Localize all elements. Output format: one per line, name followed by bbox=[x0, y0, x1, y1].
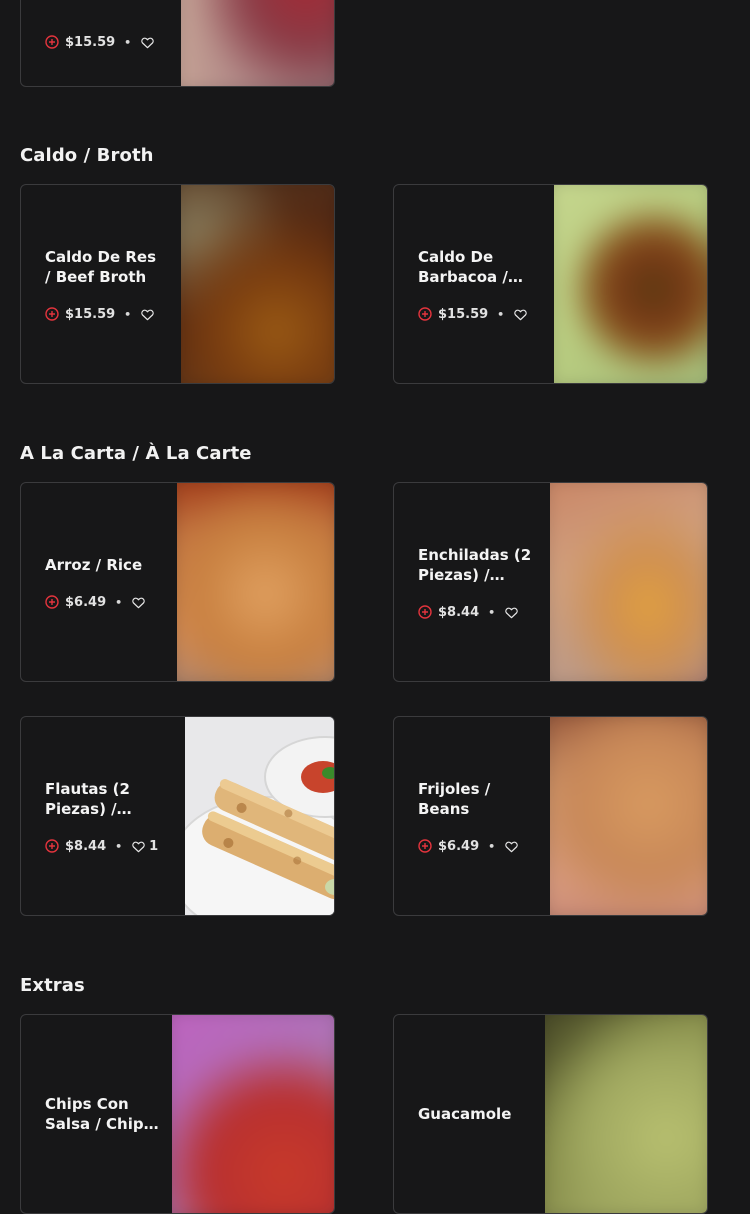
item-price: $8.44 bbox=[438, 604, 480, 620]
item-price: $15.59 bbox=[65, 34, 116, 50]
menu-item-card[interactable]: Caldo De Barbacoa / Barbacoa Broth $15.5… bbox=[393, 184, 708, 384]
item-price: $6.49 bbox=[438, 838, 480, 854]
card-body: Caldo De Barbacoa / Barbacoa Broth $15.5… bbox=[418, 185, 538, 383]
card-body: $15.59 • bbox=[45, 0, 165, 86]
heart-icon[interactable] bbox=[140, 35, 155, 50]
item-photo bbox=[185, 717, 334, 915]
separator-dot: • bbox=[488, 605, 496, 619]
card-meta: $15.59 • bbox=[45, 35, 165, 50]
card-meta: $8.44 • 1 bbox=[45, 839, 165, 854]
menu-item-card[interactable]: Arroz / Rice $6.49 • bbox=[20, 482, 335, 682]
item-photo bbox=[181, 0, 334, 86]
menu-item-card[interactable]: $15.59 • bbox=[20, 0, 335, 87]
card-body: Caldo De Res / Beef Broth $15.59 • bbox=[45, 185, 165, 383]
card-meta: $15.59 • bbox=[418, 307, 538, 322]
item-name: Guacamole bbox=[418, 1105, 512, 1123]
item-photo bbox=[545, 1015, 707, 1213]
heart-icon[interactable] bbox=[131, 839, 146, 854]
item-photo bbox=[554, 185, 707, 383]
item-price: $8.44 bbox=[65, 838, 107, 854]
add-circle-icon[interactable] bbox=[418, 307, 432, 321]
menu-item-card[interactable]: Chips Con Salsa / Chips With Salsa bbox=[20, 1014, 335, 1214]
item-name: Caldo De Res / Beef Broth bbox=[45, 247, 157, 286]
add-circle-icon[interactable] bbox=[45, 307, 59, 321]
item-price: $6.49 bbox=[65, 594, 107, 610]
item-photo bbox=[181, 185, 334, 383]
add-circle-icon[interactable] bbox=[418, 605, 432, 619]
item-name: Chips Con Salsa / Chips With Salsa bbox=[45, 1095, 153, 1133]
item-name: Frijoles / Beans bbox=[418, 779, 491, 818]
heart-icon[interactable] bbox=[140, 307, 155, 322]
section-title: Extras bbox=[20, 975, 85, 996]
item-price: $15.59 bbox=[65, 306, 116, 322]
separator-dot: • bbox=[124, 307, 132, 321]
add-circle-icon[interactable] bbox=[45, 839, 59, 853]
heart-icon[interactable] bbox=[131, 595, 146, 610]
separator-dot: • bbox=[115, 595, 123, 609]
flautas-illustration bbox=[185, 717, 334, 915]
item-photo bbox=[172, 1015, 334, 1213]
card-meta: $15.59 • bbox=[45, 307, 165, 322]
menu-item-card[interactable]: Enchiladas (2 Piezas) / Enchiladas (2 Pi… bbox=[393, 482, 708, 682]
menu-item-card[interactable]: Frijoles / Beans $6.49 • bbox=[393, 716, 708, 916]
item-photo bbox=[177, 483, 334, 681]
card-body: Flautas (2 Piezas) / Flautas (2 Pieces) … bbox=[45, 717, 165, 915]
card-meta: $6.49 • bbox=[418, 839, 538, 854]
add-circle-icon[interactable] bbox=[45, 595, 59, 609]
separator-dot: • bbox=[497, 307, 505, 321]
section-title: Caldo / Broth bbox=[20, 145, 154, 166]
card-body: Enchiladas (2 Piezas) / Enchiladas (2 Pi… bbox=[418, 483, 538, 681]
separator-dot: • bbox=[124, 35, 132, 49]
item-name: Caldo De Barbacoa / Barbacoa Broth bbox=[418, 247, 508, 286]
separator-dot: • bbox=[115, 839, 123, 853]
heart-icon[interactable] bbox=[513, 307, 528, 322]
item-price: $15.59 bbox=[438, 306, 489, 322]
menu-item-card[interactable]: Flautas (2 Piezas) / Flautas (2 Pieces) … bbox=[20, 716, 335, 916]
add-circle-icon[interactable] bbox=[418, 839, 432, 853]
card-body: Chips Con Salsa / Chips With Salsa bbox=[45, 1015, 165, 1213]
card-body: Arroz / Rice $6.49 • bbox=[45, 483, 165, 681]
item-name: Enchiladas (2 Piezas) / Enchiladas (2 Pi… bbox=[418, 545, 532, 584]
item-photo bbox=[550, 483, 707, 681]
add-circle-icon[interactable] bbox=[45, 35, 59, 49]
like-count: 1 bbox=[149, 838, 159, 854]
separator-dot: • bbox=[488, 839, 496, 853]
card-body: Guacamole bbox=[418, 1015, 538, 1213]
menu-item-card[interactable]: Caldo De Res / Beef Broth $15.59 • bbox=[20, 184, 335, 384]
item-photo bbox=[550, 717, 707, 915]
card-meta: $8.44 • bbox=[418, 605, 538, 620]
card-meta: $6.49 • bbox=[45, 595, 165, 610]
card-body: Frijoles / Beans $6.49 • bbox=[418, 717, 538, 915]
menu-item-card[interactable]: Guacamole bbox=[393, 1014, 708, 1214]
heart-icon[interactable] bbox=[504, 605, 519, 620]
item-name: Arroz / Rice bbox=[45, 555, 143, 574]
heart-icon[interactable] bbox=[504, 839, 519, 854]
section-title: A La Carta / À La Carte bbox=[20, 443, 252, 464]
item-name: Flautas (2 Piezas) / Flautas (2 Pieces) bbox=[45, 779, 130, 818]
